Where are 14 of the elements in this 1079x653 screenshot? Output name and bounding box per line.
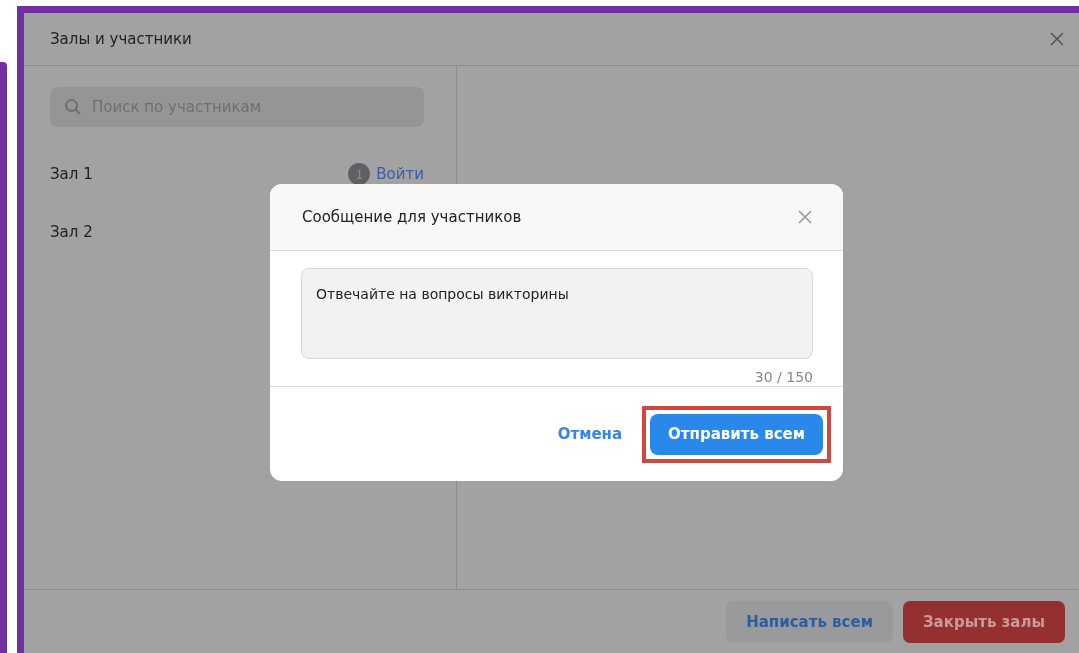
send-button[interactable]: Отправить всем: [650, 413, 823, 455]
close-rooms-button[interactable]: Закрыть залы: [902, 600, 1065, 643]
write-all-button[interactable]: Написать всем: [726, 600, 893, 643]
search-icon: [64, 98, 82, 116]
window-title: Залы и участники: [50, 30, 192, 48]
cancel-button[interactable]: Отмена: [557, 425, 623, 443]
dialog-title: Сообщение для участников: [302, 208, 522, 226]
close-icon[interactable]: [797, 209, 813, 225]
message-field[interactable]: Отвечайте на вопросы викторины: [301, 268, 813, 359]
room-name: Зал 1: [50, 165, 93, 183]
join-link[interactable]: Войти: [376, 165, 424, 183]
room-name: Зал 2: [50, 223, 93, 241]
character-counter: 30 / 150: [753, 369, 813, 385]
close-icon[interactable]: [1049, 31, 1065, 47]
